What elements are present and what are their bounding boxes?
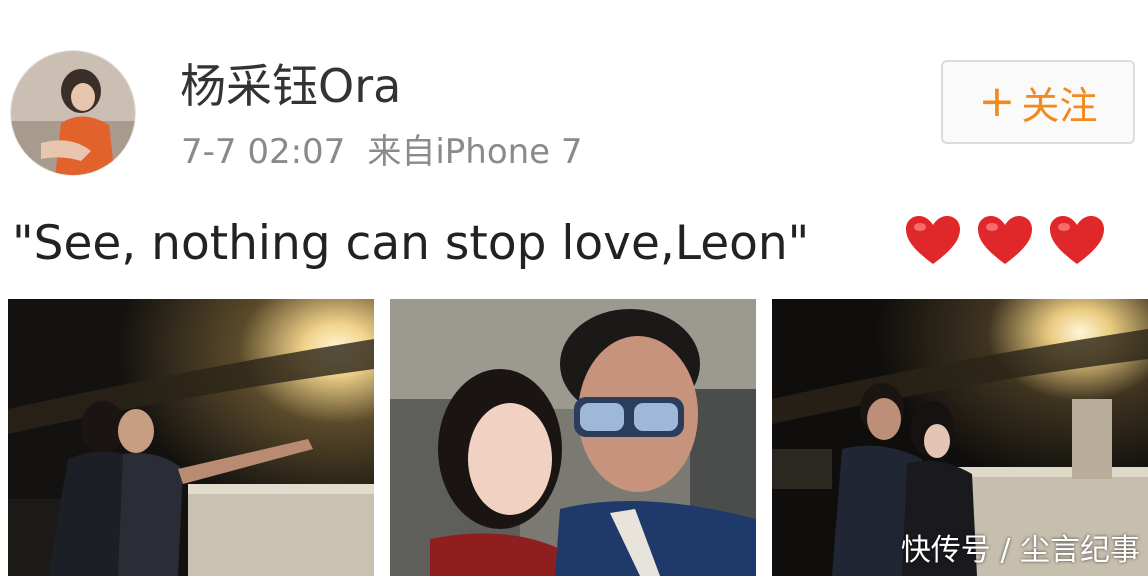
plus-icon: + — [978, 76, 1016, 127]
heart-icon — [904, 214, 962, 266]
post-text: "See, nothing can stop love,Leon" — [12, 216, 810, 271]
follow-label: 关注 — [1021, 83, 1098, 128]
avatar[interactable] — [10, 50, 136, 176]
heart-emojis — [904, 214, 1106, 266]
post-time: 7-7 02:07 — [181, 132, 346, 172]
username[interactable]: 杨采钰Ora — [180, 58, 401, 114]
post-photo-3[interactable]: 快传号 / 尘言纪事 — [772, 299, 1148, 576]
follow-button[interactable]: + 关注 — [941, 60, 1135, 144]
watermark: 快传号 / 尘言纪事 — [900, 533, 1140, 568]
post-source: 来自iPhone 7 — [367, 132, 583, 172]
post-photo-1[interactable] — [8, 299, 374, 576]
heart-icon — [1048, 214, 1106, 266]
heart-icon — [976, 214, 1034, 266]
post-photo-2[interactable] — [390, 299, 756, 576]
post-meta: 7-7 02:07 来自iPhone 7 — [181, 130, 583, 174]
